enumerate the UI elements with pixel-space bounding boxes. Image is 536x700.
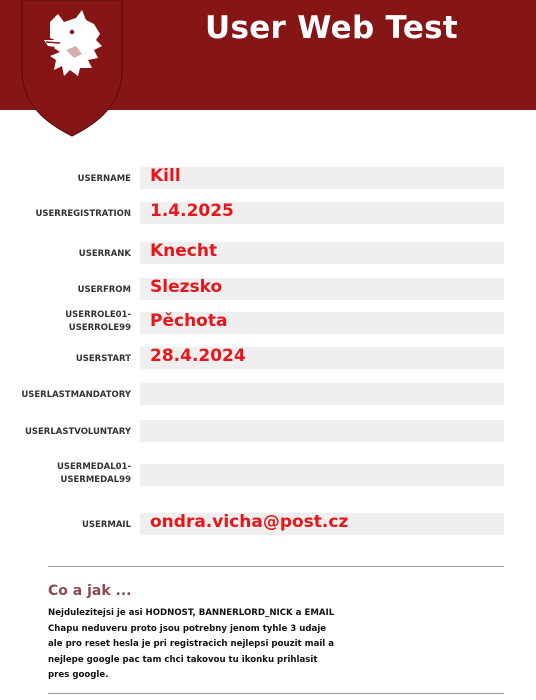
info-line: ale pro reset hesla je pri registracich … bbox=[48, 639, 335, 649]
field-label: USERREGISTRATION bbox=[35, 209, 131, 219]
field-label: USERSTART bbox=[75, 354, 131, 364]
field-colon: : bbox=[127, 352, 130, 362]
field-value: Pěchota bbox=[150, 311, 228, 331]
field-value: Kill bbox=[150, 166, 181, 186]
field-label: USERMAIL bbox=[82, 520, 131, 530]
userrank-field[interactable]: Knecht bbox=[140, 241, 504, 264]
userrole-field[interactable]: Pěchota bbox=[140, 311, 504, 334]
field-label: USERRANK bbox=[78, 249, 131, 259]
userregistration-field[interactable]: 1.4.2025 bbox=[140, 201, 504, 224]
wolf-head-shield-icon bbox=[21, 0, 123, 137]
field-value: ondra.vicha@post.cz bbox=[150, 512, 349, 532]
info-line: pres google. bbox=[48, 670, 109, 680]
userlastmandatory-field[interactable] bbox=[140, 383, 504, 405]
field-colon: : bbox=[127, 425, 130, 435]
field-colon: : bbox=[127, 283, 130, 293]
userstart-field[interactable]: 28.4.2024 bbox=[140, 346, 504, 369]
field-label: USERNAME bbox=[77, 174, 131, 184]
field-label: USERMEDAL99 bbox=[60, 475, 131, 485]
usermedal-field[interactable] bbox=[140, 464, 504, 486]
field-colon: : bbox=[127, 172, 130, 182]
field-colon: : bbox=[127, 388, 130, 398]
userfrom-field[interactable]: Slezsko bbox=[140, 277, 504, 300]
field-label: USERLASTVOLUNTARY bbox=[24, 427, 131, 437]
field-label: USERMEDAL01- bbox=[56, 462, 131, 472]
field-label: USERROLE99 bbox=[68, 323, 131, 333]
userlastvoluntary-field[interactable] bbox=[140, 420, 504, 442]
field-label: USERFROM bbox=[77, 285, 131, 295]
field-value: 28.4.2024 bbox=[150, 346, 246, 366]
divider bbox=[48, 693, 504, 694]
field-colon: : bbox=[127, 518, 130, 528]
usermail-field[interactable]: ondra.vicha@post.cz bbox=[140, 512, 504, 535]
field-value: Slezsko bbox=[150, 277, 223, 297]
field-label: USERROLE01- bbox=[65, 310, 131, 320]
field-label: USERLASTMANDATORY bbox=[21, 390, 131, 400]
info-title: Co a jak ... bbox=[48, 583, 132, 599]
field-value: 1.4.2025 bbox=[150, 201, 234, 221]
info-line: Nejdulezitejsi je asi HODNOST, BANNERLOR… bbox=[48, 608, 335, 618]
username-field[interactable]: Kill bbox=[140, 166, 504, 189]
divider bbox=[48, 566, 504, 567]
field-value: Knecht bbox=[150, 241, 218, 261]
info-text: Nejdulezitejsi je asi HODNOST, BANNERLOR… bbox=[48, 606, 358, 684]
field-colon: : bbox=[127, 469, 130, 479]
page-title: User Web Test bbox=[205, 10, 459, 46]
info-line: nejlepe google pac tam chci takovou tu i… bbox=[48, 654, 318, 665]
field-colon: : bbox=[127, 317, 130, 327]
field-colon: : bbox=[127, 207, 130, 217]
info-line: Chapu neduveru proto jsou potrebny jenom… bbox=[48, 623, 327, 634]
field-colon: : bbox=[127, 247, 130, 257]
